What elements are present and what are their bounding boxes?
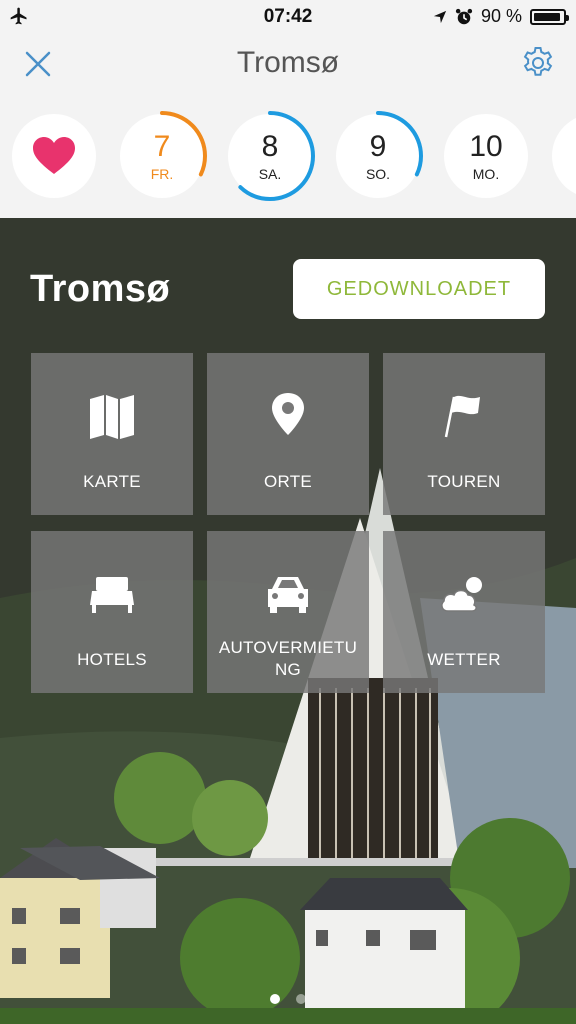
car-icon — [268, 577, 308, 613]
alarm-icon — [455, 8, 473, 24]
day-number: 10 — [469, 130, 503, 163]
tile-orte[interactable]: ORTE — [207, 353, 369, 515]
top-bar: Tromsø — [0, 34, 576, 94]
battery-icon — [530, 8, 569, 25]
day-label: FR. — [150, 166, 174, 182]
tile-autovermietung[interactable]: AUTOVERMIETU NG — [207, 531, 369, 693]
page-dot[interactable] — [296, 994, 306, 1004]
battery-percent: 90 % — [480, 6, 522, 26]
page-indicator — [0, 994, 576, 1004]
heart-icon — [33, 137, 75, 174]
tile-wetter[interactable]: WETTER — [383, 531, 545, 693]
tile-karte[interactable]: KARTE — [31, 353, 193, 515]
tile-touren[interactable]: TOUREN — [383, 353, 545, 515]
day-number: 7 — [153, 130, 171, 163]
city-hero: Tromsø GEDOWNLOADET KARTE ORTE TOUREN HO… — [0, 218, 576, 1024]
bed-icon — [90, 577, 134, 613]
weather-icon — [441, 577, 482, 612]
day-item[interactable]: 8 SA. — [225, 111, 315, 201]
day-item-partial[interactable] — [552, 114, 576, 198]
status-bar: 07:42 90 % — [0, 0, 576, 34]
map-icon — [90, 395, 134, 439]
day-label: SO. — [365, 166, 391, 182]
day-item[interactable]: 7 FR. — [117, 111, 207, 201]
page-dot-active[interactable] — [270, 994, 280, 1004]
status-indicators: 90 % — [433, 6, 569, 27]
tile-label: AUTOVERMIETU NG — [213, 637, 363, 681]
tile-label: WETTER — [427, 650, 501, 669]
tile-label: KARTE — [83, 472, 141, 491]
tile-label: TOUREN — [427, 472, 501, 491]
tile-label-line: AUTOVERMIETU NG — [218, 638, 358, 679]
download-button[interactable]: GEDOWNLOADET — [293, 259, 545, 319]
page-title: Tromsø — [236, 46, 340, 79]
flag-icon — [444, 395, 480, 438]
tile-label: ORTE — [263, 472, 313, 491]
favorite-button[interactable] — [12, 114, 96, 198]
day-label: SA. — [258, 166, 282, 182]
day-number: 8 — [261, 130, 279, 163]
gear-icon[interactable] — [520, 45, 556, 81]
city-title: Tromsø — [30, 268, 171, 310]
location-pin-icon — [272, 393, 304, 435]
day-selector: 7 FR. 8 SA. 9 SO. 10 MO. — [0, 94, 576, 218]
tile-hotels[interactable]: HOTELS — [31, 531, 193, 693]
day-number: 9 — [369, 130, 387, 163]
tile-label: HOTELS — [77, 650, 147, 669]
day-item[interactable]: 9 SO. — [333, 111, 423, 201]
location-arrow-icon — [433, 10, 447, 23]
day-item[interactable]: 10 MO. — [444, 114, 528, 198]
day-label: MO. — [472, 166, 500, 182]
